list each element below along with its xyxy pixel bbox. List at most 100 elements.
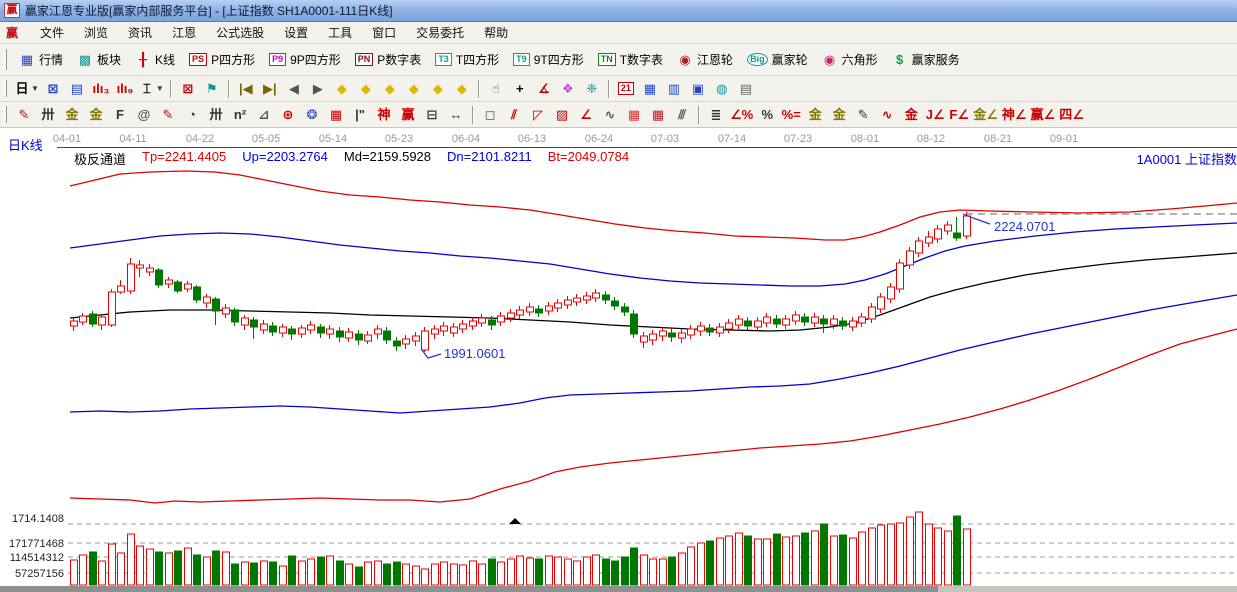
tool-tool-magenta[interactable]: ❖ [557,79,579,99]
tool-gold-grid-2[interactable]: 金 [85,105,107,125]
menu-item-7[interactable]: 工具 [318,22,362,43]
tool-hand-tool[interactable]: ☝ [485,79,507,99]
tool-print[interactable]: ▤ [735,79,757,99]
tool-gold-lines[interactable]: 金 [828,105,850,125]
tool-angle-mirror[interactable]: ⊿ [253,105,275,125]
toolbar-grip[interactable] [4,106,7,124]
menu-item-2[interactable]: 浏览 [74,22,118,43]
toolbar-button-gann-wheel[interactable]: ◉江恩轮 [670,49,740,70]
tool-web-link[interactable]: ◍ [711,79,733,99]
tool-calculator[interactable]: ▦ [639,79,661,99]
tool-gold-grid-1[interactable]: 金 [61,105,83,125]
tool-gold-angle[interactable]: 金∠ [972,105,999,125]
tool-diamond-expand-all[interactable]: ◆ [427,79,449,99]
period-label[interactable]: 日K线 [8,135,43,154]
tool-j-angle[interactable]: J∠ [924,105,946,125]
tool-info-list[interactable]: ▤ [66,79,88,99]
toolbar-button-quotes[interactable]: ▦行情 [12,49,70,70]
tool-first-bar[interactable]: |◀ [235,79,257,99]
menu-item-9[interactable]: 交易委托 [406,22,474,43]
toolbar-button-9t-square[interactable]: T99T四方形 [506,49,591,70]
tool-prev-bar[interactable]: ◀ [283,79,305,99]
tool-period-day[interactable]: 日▼ [13,79,40,99]
tool-save[interactable]: ▣ [687,79,709,99]
tool-percent[interactable]: % [756,105,778,125]
tool-f-angle[interactable]: F∠ [948,105,970,125]
tool-pen-red-2[interactable]: ✎ [157,105,179,125]
scrollbar-thumb[interactable] [0,586,938,592]
volume-splitter-marker[interactable] [509,518,521,524]
tool-bars-9[interactable]: ılı₉ [114,79,136,99]
tool-percent-line[interactable]: %= [780,105,802,125]
tool-ink-pen[interactable]: ✎ [852,105,874,125]
tool-spiral[interactable]: @ [133,105,155,125]
tool-diamond-compress-right[interactable]: ◆ [355,79,377,99]
tool-grid-red-1[interactable]: ▦ [623,105,645,125]
tool-price-scale[interactable]: ≣ [705,105,727,125]
tool-rect-tool[interactable]: ◻ [479,105,501,125]
tool-next-bar[interactable]: ▶ [307,79,329,99]
tool-tool-teal[interactable]: ❈ [581,79,603,99]
toolbar-button-sectors[interactable]: ▩板块 [70,49,128,70]
tool-angle-lines[interactable]: ∠ [575,105,597,125]
tool-ray-fan[interactable]: ⫽ [503,105,525,125]
tool-notes[interactable]: ▥ [663,79,685,99]
toolbar-button-t-square[interactable]: T3T四方形 [428,49,506,70]
toolbar-button-winner-wheel[interactable]: Big赢家轮 [740,49,815,70]
tool-gold-underline[interactable]: 金 [900,105,922,125]
toolbar-button-t-number-table[interactable]: TNT数字表 [591,49,670,70]
tool-net-box[interactable]: ▦ [325,105,347,125]
tool-tick-tool[interactable]: |" [349,105,371,125]
title-bar[interactable]: 赢 赢家江恩专业版[赢家内部服务平台] - [上证指数 SH1A0001-111… [0,0,1237,22]
tool-gann-grid-2[interactable]: 卅 [205,105,227,125]
toolbar-button-hexagon[interactable]: ◉六角形 [815,49,885,70]
tool-zigzag[interactable]: ∿ [599,105,621,125]
tool-gann-clock[interactable]: ◔ [181,105,203,125]
tool-parallel-lines[interactable]: ⫻ [671,105,693,125]
menu-item-4[interactable]: 江恩 [162,22,206,43]
tool-si-angle[interactable]: 四∠ [1058,105,1085,125]
tool-fibonacci-grid[interactable]: F [109,105,131,125]
menu-item-10[interactable]: 帮助 [474,22,518,43]
tool-grid-red-2[interactable]: ▦ [647,105,669,125]
tool-angle-measure[interactable]: ∡ [533,79,555,99]
tool-network-view[interactable]: ⊠ [42,79,64,99]
tool-diamond-compress-all[interactable]: ◆ [451,79,473,99]
tool-spider-web[interactable]: ❂ [301,105,323,125]
tool-fan-box[interactable]: ◸ [527,105,549,125]
tool-n-square[interactable]: n² [229,105,251,125]
tool-ruler-123[interactable]: ⊟ [421,105,443,125]
horizontal-scrollbar[interactable] [0,586,1237,592]
tool-diamond-compress-left[interactable]: ◆ [331,79,353,99]
tool-flag-chart[interactable]: ⚑ [201,79,223,99]
tool-percent-slope[interactable]: ∠% [729,105,754,125]
toolbar-button-p-square[interactable]: PSP四方形 [182,49,262,70]
toolbar-button-kline[interactable]: ╂K线 [128,49,182,70]
toolbar-grip[interactable] [4,80,7,98]
menu-item-1[interactable]: 文件 [30,22,74,43]
tool-gold-circle[interactable]: 金 [804,105,826,125]
menu-item-6[interactable]: 设置 [274,22,318,43]
toolbar-button-p-number-table[interactable]: PNP数字表 [348,49,429,70]
tool-ying-tool[interactable]: 赢 [397,105,419,125]
symbol-label[interactable]: 1A0001 上证指数 [1137,149,1237,168]
toolbar-button-9p-square[interactable]: P99P四方形 [262,49,348,70]
menu-item-3[interactable]: 资讯 [118,22,162,43]
toolbar-grip[interactable] [4,49,7,71]
tool-shen-angle[interactable]: 神∠ [1001,105,1028,125]
tool-formula-frame[interactable]: ⊠ [177,79,199,99]
tool-diamond-expand-h[interactable]: ◆ [379,79,401,99]
tool-pen-red[interactable]: ✎ [13,105,35,125]
tool-calendar[interactable]: 21 [615,79,637,99]
tool-shen-tool[interactable]: 神 [373,105,395,125]
tool-net-square[interactable]: ▨ [551,105,573,125]
tool-wave-channel[interactable]: ∿ [876,105,898,125]
tool-compass[interactable]: ⊕ [277,105,299,125]
tool-candle-style[interactable]: ⌶▼ [138,79,165,99]
tool-h-expand[interactable]: ↔ [445,105,467,125]
tool-bars-3[interactable]: ılı₃ [90,79,112,99]
tool-gann-grid-1[interactable]: 卅 [37,105,59,125]
tool-diamond-compress-h[interactable]: ◆ [403,79,425,99]
kline-chart-canvas[interactable]: 04-0104-1104-2205-0505-1405-2306-0406-13… [0,128,1237,586]
toolbar-button-winner-service[interactable]: $赢家服务 [885,49,967,70]
